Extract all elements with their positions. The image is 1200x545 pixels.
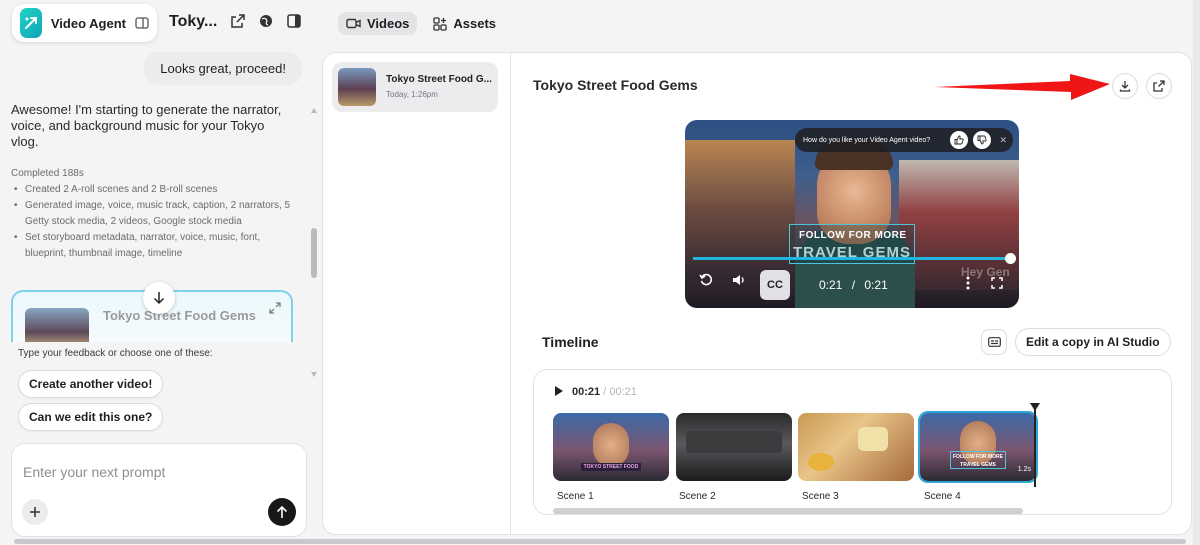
replay-icon[interactable] (699, 273, 713, 290)
divider (510, 52, 511, 535)
thumbs-down-icon (978, 135, 988, 145)
more-options-icon[interactable] (966, 276, 970, 293)
video-thumbnail (338, 68, 376, 106)
scene-caption: FOLLOW FOR MORE TRAVEL GEMS (950, 451, 1006, 469)
scene-thumbnail-4[interactable]: FOLLOW FOR MORE TRAVEL GEMS 1.2s (918, 411, 1038, 483)
toggle-sidebar-icon[interactable] (135, 16, 149, 30)
playhead-handle[interactable] (1030, 403, 1040, 411)
current-time: 0:21 (819, 278, 843, 292)
close-icon[interactable]: ✕ (996, 135, 1007, 146)
task-list: Created 2 A-roll scenes and 2 B-roll sce… (11, 182, 291, 262)
scene-label: Scene 4 (924, 491, 961, 502)
subtitles-button[interactable] (981, 329, 1007, 355)
panel-layout-icon[interactable] (286, 13, 302, 29)
brand-header: Video Agent (12, 4, 157, 42)
annotation-arrow-icon (935, 74, 1110, 100)
chat-panel: Looks great, proceed! Awesome! I'm start… (0, 50, 320, 540)
closed-captions-button[interactable]: CC (760, 270, 790, 300)
task-item: Set storyboard metadata, narrator, voice… (11, 230, 291, 262)
feedback-prompt: Type your feedback or choose one of thes… (18, 348, 213, 359)
user-message-bubble: Looks great, proceed! (144, 52, 302, 85)
completed-status: Completed 188s (11, 168, 84, 179)
task-item: Created 2 A-roll scenes and 2 B-roll sce… (11, 182, 291, 198)
scene-thumbnail-3[interactable] (798, 413, 914, 481)
download-button[interactable] (1112, 73, 1138, 99)
assets-grid-icon (433, 16, 448, 31)
chat-scrollbar-thumb[interactable] (311, 228, 317, 278)
project-actions (230, 13, 302, 29)
scroll-to-bottom-button[interactable] (143, 282, 175, 314)
scene-thumbnail-2[interactable] (676, 413, 792, 481)
play-icon[interactable] (554, 385, 564, 400)
timeline-playhead[interactable] (1034, 403, 1036, 487)
progress-handle[interactable] (1005, 253, 1016, 264)
arrow-up-icon (276, 505, 288, 518)
brand-name: Video Agent (50, 15, 126, 31)
fullscreen-icon[interactable] (991, 277, 1003, 292)
share-button[interactable] (1146, 73, 1172, 99)
video-feedback-prompt: How do you like your Video Agent video? … (795, 128, 1013, 152)
download-icon (1119, 81, 1131, 92)
scene-caption: TOKYO STREET FOOD (581, 463, 641, 471)
video-list-item[interactable]: Tokyo Street Food G... Today, 1:26pm (332, 62, 498, 112)
thumbs-up-button[interactable] (950, 131, 969, 149)
video-card-thumbnail (25, 308, 89, 342)
timeline-total-time: 00:21 (609, 386, 637, 398)
suggestion-chip[interactable]: Can we edit this one? (18, 403, 164, 431)
timeline-separator: / (603, 386, 607, 398)
page-horizontal-scrollbar[interactable] (14, 539, 1186, 544)
time-separator: / (851, 278, 856, 292)
prompt-input-box[interactable]: Enter your next prompt (11, 443, 307, 537)
tab-videos-label: Videos (367, 16, 410, 31)
page-vertical-scrollbar[interactable] (1193, 0, 1200, 545)
video-card-title: Tokyo Street Food Gems (103, 308, 256, 323)
feedback-question: How do you like your Video Agent video? (803, 136, 931, 144)
scene-duration: 1.2s (1017, 466, 1031, 473)
send-button[interactable] (268, 498, 296, 526)
tab-assets-label: Assets (453, 16, 497, 31)
playback-time: 0:21 / 0:21 (819, 278, 888, 292)
thumbs-down-button[interactable] (973, 131, 992, 149)
video-list-date: Today, 1:26pm (386, 90, 438, 99)
assistant-message: Awesome! I'm starting to generate the na… (11, 102, 282, 149)
edit-in-ai-studio-button[interactable]: Edit a copy in AI Studio (1015, 328, 1171, 356)
timeline-time: 00:21 / 00:21 (572, 386, 637, 398)
subtitles-icon (987, 337, 1001, 347)
volume-icon[interactable] (732, 273, 747, 290)
video-list-title: Tokyo Street Food G... (386, 74, 492, 85)
progress-bar[interactable] (693, 257, 1011, 260)
prompt-input[interactable]: Enter your next prompt (23, 464, 165, 480)
video-caption-line1: FOLLOW FOR MORE (799, 230, 907, 241)
add-attachment-button[interactable] (22, 499, 48, 525)
timeline-current-time: 00:21 (572, 386, 601, 398)
globe-icon[interactable] (258, 13, 274, 29)
scene-label: Scene 3 (802, 491, 839, 502)
scene-label: Scene 1 (557, 491, 594, 502)
task-item: Generated image, voice, music track, cap… (11, 198, 291, 230)
timeline-scrollbar[interactable] (553, 508, 1023, 514)
scene-thumbnail-1[interactable]: TOKYO STREET FOOD (553, 413, 669, 481)
total-time: 0:21 (864, 278, 888, 292)
scene-label: Scene 2 (679, 491, 716, 502)
arrow-down-icon (153, 292, 165, 305)
timeline-title: Timeline (542, 334, 599, 350)
progress-fill (693, 257, 1011, 260)
suggestion-chip[interactable]: Create another video! (18, 370, 164, 398)
plus-icon (30, 507, 40, 517)
view-tabs: Videos Assets (338, 12, 504, 35)
open-external-icon[interactable] (230, 13, 246, 29)
tab-assets[interactable]: Assets (425, 12, 504, 35)
thumbs-up-icon (955, 135, 965, 145)
video-player[interactable]: How do you like your Video Agent video? … (685, 120, 1019, 308)
video-title: Tokyo Street Food Gems (533, 77, 698, 93)
video-camera-icon (346, 18, 361, 29)
video-agent-logo-icon (20, 8, 42, 38)
expand-icon[interactable] (269, 302, 281, 317)
tab-videos[interactable]: Videos (338, 12, 418, 35)
project-title[interactable]: Toky... (169, 13, 217, 31)
open-external-icon (1153, 80, 1165, 92)
